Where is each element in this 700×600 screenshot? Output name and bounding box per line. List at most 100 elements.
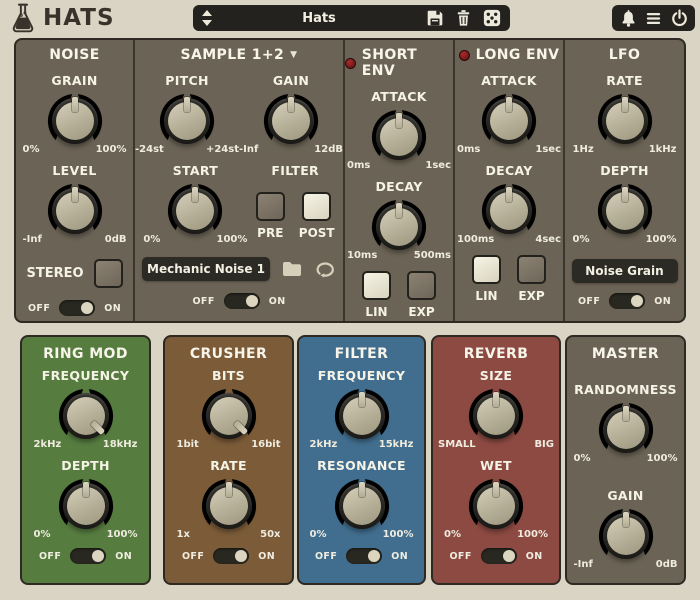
- reverb-wet-knob[interactable]: [464, 475, 528, 537]
- sample-power-toggle[interactable]: [224, 293, 260, 309]
- ring-mod-panel: RING MOD FREQUENCY 2kHz18kHz DEPTH 0%100…: [20, 335, 151, 585]
- crusher-bits-knob[interactable]: [197, 385, 261, 447]
- power-icon[interactable]: [670, 9, 689, 28]
- preset-name[interactable]: Hats: [212, 11, 426, 26]
- knob-body: [339, 393, 385, 439]
- pre-button[interactable]: [256, 192, 285, 221]
- knob-body: [339, 483, 385, 529]
- menu-icon[interactable]: [644, 9, 663, 28]
- lfo-power-toggle[interactable]: [609, 293, 645, 309]
- system-bar: [612, 5, 695, 31]
- crusher-rate-knob[interactable]: [197, 475, 261, 537]
- filter-power-row: OFF ON: [315, 548, 408, 564]
- lin-button[interactable]: [472, 255, 501, 284]
- exp-label: EXP: [408, 305, 434, 319]
- reverb-size-group: SIZE SMALLBIG: [438, 368, 554, 450]
- lin-button[interactable]: [362, 271, 391, 300]
- knob-body: [206, 483, 252, 529]
- trash-icon[interactable]: [455, 9, 472, 27]
- filter-power-toggle[interactable]: [346, 548, 382, 564]
- on-label: ON: [104, 303, 121, 314]
- folder-icon[interactable]: [282, 261, 302, 277]
- exp-label: EXP: [518, 289, 544, 303]
- sample-filter-group: FILTER PRE POST: [256, 163, 335, 245]
- knob-body: [603, 407, 649, 453]
- noise-grain-knob[interactable]: [43, 90, 107, 152]
- off-label: OFF: [182, 551, 204, 562]
- long-env-decay-knob[interactable]: [477, 180, 541, 242]
- sample-title[interactable]: SAMPLE 1+2 ▼: [180, 47, 297, 63]
- master-gain-group: GAIN -Inf0dB: [574, 488, 678, 570]
- knob-body: [376, 114, 422, 160]
- bell-icon[interactable]: [619, 9, 638, 28]
- noise-power-toggle[interactable]: [59, 300, 95, 316]
- knob-body: [63, 393, 109, 439]
- reverb-power-row: OFF ON: [449, 548, 542, 564]
- pre-label: PRE: [257, 226, 283, 240]
- short-env-section: SHORT ENV ATTACK 0ms1sec DECAY: [345, 40, 455, 321]
- exp-button[interactable]: [407, 271, 436, 300]
- dice-icon[interactable]: [483, 9, 501, 27]
- lfo-rate-knob[interactable]: [593, 90, 657, 152]
- crusher-power-row: OFF ON: [182, 548, 275, 564]
- knob-body: [473, 393, 519, 439]
- off-label: OFF: [192, 296, 214, 307]
- exp-button[interactable]: [517, 255, 546, 284]
- filter-frequency-group: FREQUENCY 2kHz15kHz: [310, 368, 414, 450]
- short-env-decay-knob[interactable]: [367, 196, 431, 258]
- master-title: MASTER: [592, 346, 659, 362]
- lfo-depth-knob[interactable]: [593, 180, 657, 242]
- on-label: ON: [526, 551, 543, 562]
- crusher-power-toggle[interactable]: [213, 548, 249, 564]
- on-label: ON: [258, 551, 275, 562]
- lfo-rate-label: RATE: [606, 73, 643, 88]
- filter-resonance-knob[interactable]: [330, 475, 394, 537]
- ring-mod-frequency-knob[interactable]: [54, 385, 118, 447]
- ring-mod-power-toggle[interactable]: [70, 548, 106, 564]
- long-env-attack-group: ATTACK 0ms1sec: [457, 73, 561, 155]
- ring-mod-depth-knob[interactable]: [54, 475, 118, 537]
- off-label: OFF: [39, 551, 61, 562]
- knob-body: [602, 98, 648, 144]
- lfo-depth-label: DEPTH: [600, 163, 649, 178]
- on-label: ON: [654, 296, 671, 307]
- reverb-size-knob[interactable]: [464, 385, 528, 447]
- loop-icon[interactable]: [314, 261, 336, 278]
- knob-body: [603, 513, 649, 559]
- reverb-power-toggle[interactable]: [481, 548, 517, 564]
- noise-level-knob[interactable]: [43, 180, 107, 242]
- lfo-rate-group: RATE 1Hz1kHz: [573, 73, 677, 155]
- flask-icon: [10, 3, 36, 33]
- on-label: ON: [115, 551, 132, 562]
- filter-resonance-group: RESONANCE 0%100%: [310, 458, 414, 540]
- preset-down-icon[interactable]: [202, 20, 212, 26]
- preset-up-icon[interactable]: [202, 10, 212, 16]
- sample-gain-knob[interactable]: [259, 90, 323, 152]
- sample-gain-label: GAIN: [273, 73, 309, 88]
- knob-body: [63, 483, 109, 529]
- save-icon[interactable]: [426, 9, 444, 27]
- knob-body: [268, 98, 314, 144]
- filter-frequency-knob[interactable]: [330, 385, 394, 447]
- sample-start-knob[interactable]: [163, 180, 227, 242]
- master-randomness-knob[interactable]: [594, 399, 658, 461]
- preset-actions: [426, 9, 501, 27]
- sample-select[interactable]: Mechanic Noise 1: [142, 257, 270, 281]
- sample-start-label: START: [173, 163, 218, 178]
- ring-mod-power-row: OFF ON: [39, 548, 132, 564]
- short-env-title: SHORT ENV: [345, 47, 453, 79]
- sample-pitch-knob[interactable]: [155, 90, 219, 152]
- post-button[interactable]: [302, 192, 331, 221]
- master-gain-knob[interactable]: [594, 505, 658, 567]
- frequency-label: FREQUENCY: [42, 368, 129, 383]
- knob-body: [164, 98, 210, 144]
- noise-stereo-button[interactable]: [94, 259, 123, 288]
- sample-pitch-group: PITCH -24st+24st: [135, 73, 239, 155]
- short-env-attack-knob[interactable]: [367, 106, 431, 168]
- lfo-target-select[interactable]: Noise Grain: [572, 259, 678, 283]
- preset-bar: Hats: [193, 5, 510, 31]
- noise-stereo-row: STEREO: [26, 259, 122, 288]
- long-env-attack-knob[interactable]: [477, 90, 541, 152]
- off-label: OFF: [578, 296, 600, 307]
- long-env-lin: LIN: [472, 255, 501, 303]
